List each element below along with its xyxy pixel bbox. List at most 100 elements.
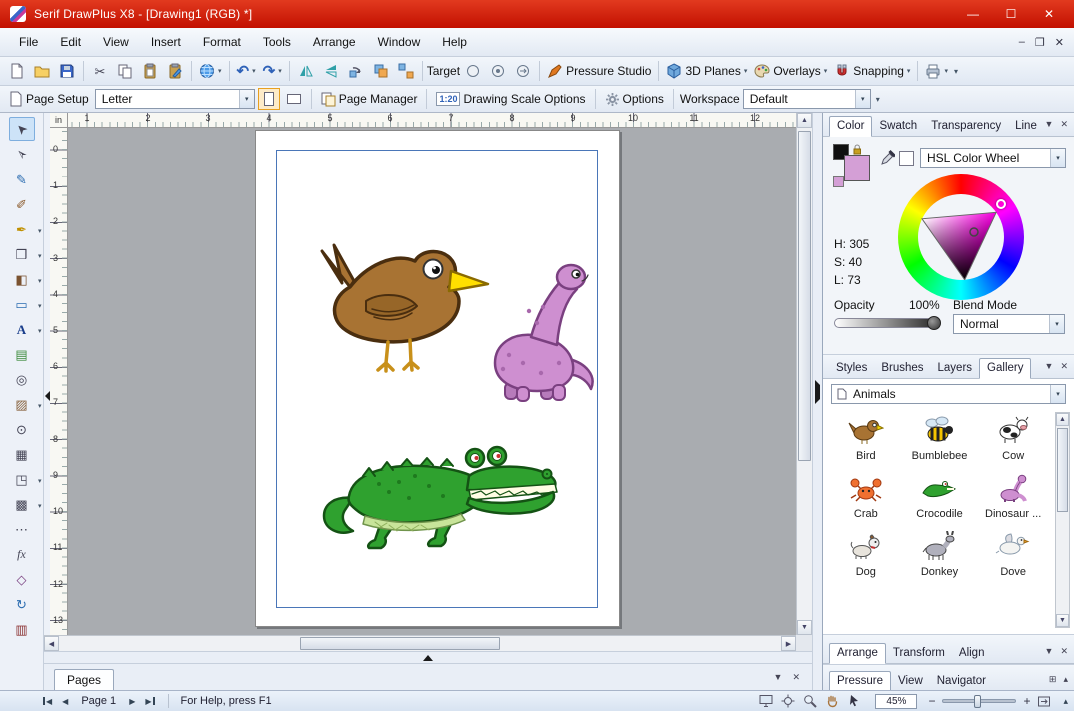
- zoom-in-button[interactable]: +: [1020, 694, 1033, 708]
- panel-close-icon[interactable]: ✕: [1060, 119, 1068, 130]
- tool-filter-effects[interactable]: fx: [9, 542, 35, 566]
- contextbar-overflow-button[interactable]: ▾: [876, 95, 880, 104]
- maximize-button[interactable]: ☐: [996, 0, 1026, 28]
- last-page-button[interactable]: ▶: [140, 697, 159, 706]
- gallery-item-dinosaur[interactable]: Dinosaur ...: [976, 470, 1050, 520]
- tab-arrange[interactable]: Arrange: [829, 643, 886, 664]
- panel-close-icon[interactable]: ✕: [792, 672, 800, 683]
- pan-tool-button[interactable]: [821, 693, 843, 710]
- zoom-percentage[interactable]: 45%: [875, 694, 917, 709]
- gallery-item-dog[interactable]: Dog: [829, 528, 903, 578]
- scroll-left-button[interactable]: ◀: [44, 636, 59, 651]
- tool-text[interactable]: A▾: [9, 317, 35, 341]
- opacity-slider[interactable]: [834, 318, 940, 328]
- panel-collapse-icon[interactable]: ▴: [1063, 674, 1068, 685]
- page[interactable]: [255, 130, 620, 627]
- landscape-orientation-button[interactable]: [283, 88, 305, 110]
- tab-view[interactable]: View: [891, 672, 930, 691]
- flip-horizontal-button[interactable]: [294, 59, 318, 83]
- current-page-label[interactable]: Page 1: [81, 695, 116, 707]
- gallery-scroll-up-button[interactable]: ▲: [1056, 413, 1069, 426]
- drawing-viewport[interactable]: [68, 128, 796, 635]
- copy-button[interactable]: [113, 59, 137, 83]
- scroll-down-button[interactable]: ▼: [797, 620, 812, 635]
- zoom-tool-button[interactable]: [799, 693, 821, 710]
- snapping-button[interactable]: Snapping▾: [831, 59, 913, 83]
- tab-styles[interactable]: Styles: [829, 359, 874, 378]
- print-button[interactable]: ▾: [922, 59, 951, 83]
- first-page-button[interactable]: ◀: [38, 697, 57, 706]
- tool-pencil[interactable]: ✎: [9, 167, 35, 191]
- tool-paintbrush[interactable]: ✐: [9, 192, 35, 216]
- panel-menu-icon[interactable]: ▼: [1045, 646, 1054, 657]
- fit-page-button[interactable]: [1033, 693, 1055, 710]
- zoom-slider-thumb[interactable]: [974, 695, 981, 708]
- hue-marker[interactable]: [996, 199, 1006, 209]
- combo-arrow-icon[interactable]: ▾: [855, 90, 870, 108]
- doc-close-button[interactable]: ✕: [1055, 36, 1064, 49]
- panel-menu-icon[interactable]: ▼: [774, 672, 783, 683]
- tool-quickshape[interactable]: ▭▾: [9, 292, 35, 316]
- vertical-scroll-thumb[interactable]: [798, 131, 811, 461]
- menu-format[interactable]: Format: [192, 28, 252, 56]
- menu-window[interactable]: Window: [367, 28, 432, 56]
- vertical-scrollbar[interactable]: ▲ ▼: [796, 113, 812, 635]
- menu-edit[interactable]: Edit: [49, 28, 92, 56]
- save-button[interactable]: [55, 59, 79, 83]
- tool-paint-pot[interactable]: ▨▾: [9, 392, 35, 416]
- panel-close-icon[interactable]: ✕: [1060, 646, 1068, 657]
- tool-select[interactable]: ➤: [9, 117, 35, 141]
- vertical-ruler[interactable]: 0 1 2 3 4 5 6 7 8 9 10 11 12 13: [50, 128, 68, 635]
- tab-align[interactable]: Align: [952, 644, 992, 663]
- tab-line[interactable]: Line: [1008, 117, 1044, 136]
- eyedropper-icon[interactable]: [880, 149, 895, 166]
- tool-blend-brush[interactable]: ◧▾: [9, 267, 35, 291]
- gallery-category-combo[interactable]: Animals ▾: [831, 384, 1066, 404]
- gallery-item-bird[interactable]: Bird: [829, 412, 903, 462]
- format-painter-button[interactable]: [163, 59, 187, 83]
- paste-button[interactable]: [138, 59, 162, 83]
- fill-color-chip[interactable]: [844, 155, 870, 181]
- group-button[interactable]: [369, 59, 393, 83]
- tool-image-import[interactable]: ▤: [9, 342, 35, 366]
- page-manager-button[interactable]: Page Manager: [318, 87, 421, 111]
- tool-style-tag[interactable]: ◇: [9, 567, 35, 591]
- gallery-item-bumblebee[interactable]: Bumblebee: [903, 412, 977, 462]
- tab-color[interactable]: Color: [829, 116, 872, 137]
- tool-rotate-canvas[interactable]: ↻: [9, 592, 35, 616]
- horizontal-ruler[interactable]: 1 2 3 4 5 6 7 8 9 10 11 12: [68, 113, 796, 128]
- target-find-button[interactable]: [486, 59, 510, 83]
- tab-swatch[interactable]: Swatch: [872, 117, 924, 136]
- new-button[interactable]: [5, 59, 29, 83]
- pressure-studio-button[interactable]: Pressure Studio: [544, 59, 654, 83]
- menu-file[interactable]: File: [8, 28, 49, 56]
- tab-navigator[interactable]: Navigator: [930, 672, 993, 691]
- minimize-button[interactable]: —: [958, 0, 988, 28]
- gallery-scrollbar[interactable]: ▲ ▼: [1055, 412, 1070, 628]
- paper-size-combo[interactable]: Letter ▾: [95, 89, 255, 109]
- rotate-button[interactable]: [344, 59, 368, 83]
- overlays-button[interactable]: Overlays▾: [751, 59, 830, 83]
- drawing-scale-button[interactable]: 1:20Drawing Scale Options: [433, 87, 588, 111]
- gallery-item-crab[interactable]: Crab: [829, 470, 903, 520]
- doc-restore-button[interactable]: ❐: [1035, 36, 1045, 49]
- tool-envelope-warp[interactable]: ◳▾: [9, 467, 35, 491]
- gallery-scroll-thumb[interactable]: [1057, 428, 1068, 512]
- target-new-button[interactable]: [461, 59, 485, 83]
- panel-menu-icon[interactable]: ▼: [1045, 119, 1054, 130]
- ruler-units[interactable]: in: [50, 113, 68, 128]
- tool-fill-pen[interactable]: ✒▾: [9, 217, 35, 241]
- color-mode-combo[interactable]: HSL Color Wheel ▾: [920, 148, 1066, 168]
- locate-selection-button[interactable]: [777, 693, 799, 710]
- tab-layers[interactable]: Layers: [931, 359, 980, 378]
- combo-arrow-icon[interactable]: ▾: [1050, 149, 1065, 167]
- menu-insert[interactable]: Insert: [140, 28, 192, 56]
- panel-close-icon[interactable]: ✕: [1060, 361, 1068, 372]
- opacity-slider-thumb[interactable]: [927, 316, 941, 330]
- menu-help[interactable]: Help: [431, 28, 478, 56]
- gallery-item-cow[interactable]: Cow: [976, 412, 1050, 462]
- gallery-item-crocodile[interactable]: Crocodile: [903, 470, 977, 520]
- blend-mode-combo[interactable]: Normal ▾: [953, 314, 1065, 334]
- display-quality-button[interactable]: [755, 693, 777, 710]
- insert-hyperlink-button[interactable]: ▾: [196, 59, 225, 83]
